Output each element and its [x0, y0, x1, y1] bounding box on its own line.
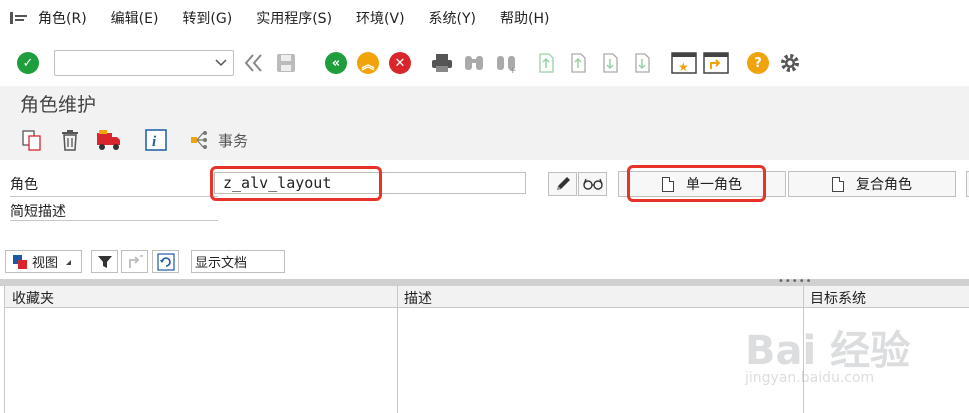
pencil-icon	[556, 177, 570, 190]
save-icon[interactable]	[272, 49, 300, 77]
tree-toolbar: 视图 显示文档	[0, 248, 969, 276]
application-toolbar: i 事务	[0, 120, 969, 160]
last-page-icon[interactable]	[628, 49, 656, 77]
svg-text:+: +	[509, 66, 517, 73]
prev-page-icon[interactable]	[564, 49, 592, 77]
composite-role-label: 复合角色	[856, 177, 912, 193]
show-documentation-button[interactable]: 显示文档	[191, 250, 285, 273]
view-dropdown[interactable]: 视图	[5, 250, 82, 273]
highlight-box-single-role	[627, 165, 766, 202]
transaction-label[interactable]: 事务	[218, 130, 248, 151]
menu-bar: 角色(R) 编辑(E) 转到(G) 实用程序(S) 环境(V) 系统(Y) 帮助…	[0, 0, 969, 36]
glasses-icon	[582, 178, 603, 190]
document-icon	[832, 176, 844, 192]
splitter[interactable]	[0, 279, 969, 286]
column-target-system[interactable]: 目标系统	[810, 288, 866, 308]
filter-icon	[97, 255, 112, 268]
short-desc-label-underline	[10, 220, 218, 221]
refresh-button[interactable]	[152, 250, 179, 273]
menu-logo-icon[interactable]	[10, 11, 28, 25]
back-icon[interactable]: «	[322, 49, 350, 77]
cancel-icon[interactable]: ✕	[386, 49, 414, 77]
dropdown-triangle-icon	[66, 259, 72, 265]
column-favorites[interactable]: 收藏夹	[12, 288, 54, 308]
settings-icon[interactable]	[776, 49, 804, 77]
command-field[interactable]	[54, 50, 234, 76]
help-icon[interactable]: ?	[744, 49, 772, 77]
menu-role[interactable]: 角色(R)	[38, 8, 87, 28]
highlight-box-role	[210, 166, 382, 201]
find-next-icon[interactable]: +	[492, 49, 520, 77]
next-page-icon[interactable]	[596, 49, 624, 77]
short-desc-label: 简短描述	[10, 204, 66, 220]
exit-icon[interactable]: ︽	[354, 49, 382, 77]
page-title: 角色维护	[20, 94, 97, 116]
baidu-watermark: Bai 经验 jingyan.baidu.com	[745, 318, 955, 398]
composite-role-button[interactable]: 复合角色	[788, 171, 956, 197]
standard-toolbar: ✓ « ︽ ✕ + ★ ?	[0, 40, 969, 86]
chevron-down-icon[interactable]	[215, 59, 227, 67]
where-used-icon	[128, 254, 143, 268]
refresh-icon	[156, 252, 175, 271]
svg-text:★: ★	[678, 60, 689, 74]
role-label: 角色	[10, 177, 38, 193]
watermark-url: jingyan.baidu.com	[745, 370, 875, 386]
table-left-border	[4, 286, 5, 413]
edit-button[interactable]	[548, 172, 577, 196]
column-description[interactable]: 描述	[404, 288, 432, 308]
view-label: 视图	[32, 256, 59, 271]
transaction-icon[interactable]	[190, 128, 210, 152]
find-icon[interactable]	[460, 49, 488, 77]
column-divider	[397, 286, 398, 413]
check-icon[interactable]: ✓	[14, 49, 42, 77]
copy-icon[interactable]	[20, 128, 44, 152]
display-button[interactable]	[578, 172, 607, 196]
menu-edit[interactable]: 编辑(E)	[111, 8, 159, 28]
delete-icon[interactable]	[58, 128, 82, 152]
menu-system[interactable]: 系统(Y)	[429, 8, 476, 28]
shortcut-icon[interactable]	[702, 49, 730, 77]
back-double-icon[interactable]	[240, 49, 268, 77]
menu-environment[interactable]: 环境(V)	[356, 8, 405, 28]
table-header: 收藏夹 描述 目标系统	[4, 286, 969, 308]
transport-icon[interactable]	[96, 128, 120, 152]
role-label-underline	[10, 196, 218, 197]
show-documentation-label: 显示文档	[195, 256, 248, 271]
watermark-main: Bai 经验	[745, 328, 911, 374]
where-used-button[interactable]	[121, 250, 148, 273]
title-area: 角色维护	[0, 86, 969, 120]
view-icon	[13, 254, 27, 269]
print-icon[interactable]	[428, 49, 456, 77]
new-session-icon[interactable]: ★	[670, 49, 698, 77]
info-icon[interactable]: i	[144, 128, 168, 152]
menu-goto[interactable]: 转到(G)	[182, 8, 232, 28]
menu-help[interactable]: 帮助(H)	[500, 8, 549, 28]
first-page-icon[interactable]	[532, 49, 560, 77]
menu-utilities[interactable]: 实用程序(S)	[256, 8, 332, 28]
filter-button[interactable]	[91, 250, 118, 273]
